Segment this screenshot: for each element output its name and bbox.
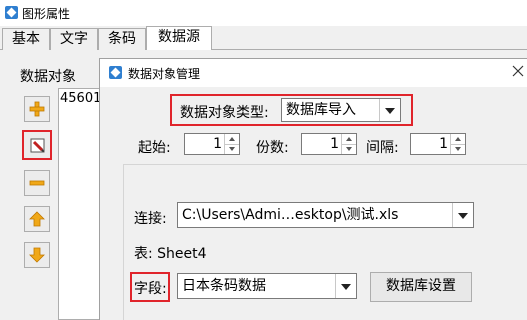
app-icon	[4, 5, 19, 20]
plus-icon	[29, 101, 45, 117]
start-stepper[interactable]: 1	[184, 133, 240, 155]
start-value: 1	[213, 136, 222, 152]
edit-button[interactable]	[22, 130, 52, 160]
stepper-down-button[interactable]	[225, 144, 239, 154]
interval-value: 1	[439, 136, 448, 152]
type-select[interactable]: 数据库导入	[281, 98, 401, 122]
move-down-button[interactable]	[24, 242, 50, 268]
group-border	[123, 164, 124, 320]
copies-value: 1	[330, 136, 339, 152]
data-objects-label: 数据对象	[20, 69, 76, 85]
field-select[interactable]: 日本条码数据	[177, 273, 357, 299]
stepper-down-button[interactable]	[451, 144, 465, 154]
data-objects-list[interactable]	[58, 88, 102, 320]
type-select-value: 数据库导入	[286, 102, 356, 118]
field-label: 字段:	[134, 281, 167, 297]
arrow-down-icon	[29, 247, 45, 263]
group-divider	[123, 164, 527, 165]
chevron-down-icon	[458, 213, 468, 219]
window-titlebar	[0, 0, 527, 26]
connection-select[interactable]: C:\Users\Admi…esktop\测试.xls	[177, 202, 474, 228]
minus-icon	[29, 180, 45, 186]
start-label: 起始:	[138, 140, 171, 156]
interval-label: 间隔:	[366, 140, 399, 156]
dialog-app-icon	[108, 65, 123, 80]
arrow-up-icon	[29, 211, 45, 227]
close-icon[interactable]	[512, 62, 524, 81]
tab-datasource[interactable]: 数据源	[146, 26, 212, 51]
tab-barcode[interactable]: 条码	[98, 28, 146, 50]
copies-label: 份数:	[256, 140, 289, 156]
tab-text[interactable]: 文字	[50, 28, 98, 50]
connection-value: C:\Users\Admi…esktop\测试.xls	[182, 207, 399, 223]
dropdown-arrow[interactable]	[452, 203, 473, 227]
window-title: 图形属性	[22, 7, 71, 21]
remove-button[interactable]	[24, 170, 50, 196]
move-up-button[interactable]	[24, 206, 50, 232]
list-item[interactable]: 45601	[60, 91, 101, 106]
dropdown-arrow[interactable]	[335, 274, 356, 298]
add-button[interactable]	[24, 96, 50, 122]
chevron-down-icon	[341, 284, 351, 290]
chevron-down-icon	[385, 108, 395, 114]
connection-label: 连接:	[134, 211, 167, 227]
field-value: 日本条码数据	[182, 278, 266, 294]
edit-icon	[30, 138, 45, 153]
dropdown-arrow[interactable]	[379, 99, 400, 121]
dialog-title: 数据对象管理	[128, 67, 201, 81]
stepper-down-button[interactable]	[342, 144, 356, 154]
database-settings-button[interactable]: 数据库设置	[370, 272, 472, 302]
interval-stepper[interactable]: 1	[410, 133, 466, 155]
copies-stepper[interactable]: 1	[301, 133, 357, 155]
type-label: 数据对象类型:	[180, 105, 269, 121]
tab-basic[interactable]: 基本	[2, 28, 50, 50]
table-label: 表: Sheet4	[134, 246, 207, 262]
